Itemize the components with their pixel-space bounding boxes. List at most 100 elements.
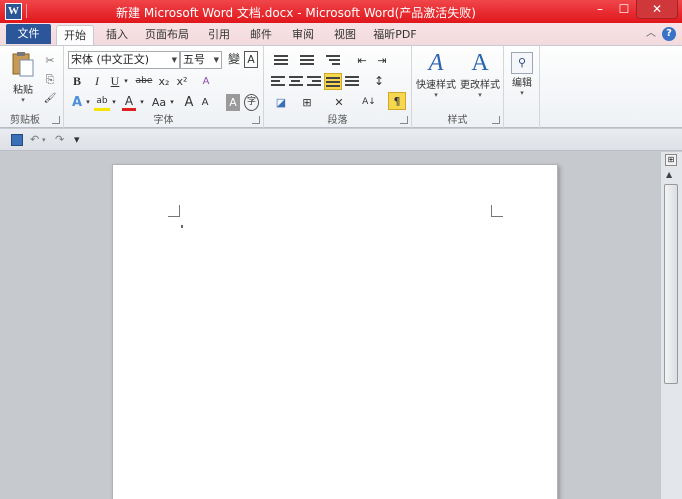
change-styles-icon: A [471, 50, 489, 76]
vertical-scrollbar[interactable]: ⊞ ▲ [660, 152, 682, 499]
paste-icon [12, 52, 34, 77]
customize-toolbar-icon[interactable]: ▾ [74, 133, 80, 147]
tab-home[interactable]: 开始 [56, 25, 94, 45]
shrink-font-icon[interactable]: A [198, 94, 212, 111]
highlight-color-icon[interactable]: ab [94, 94, 110, 111]
tab-insert[interactable]: 插入 [100, 25, 134, 45]
quick-styles-icon: A [428, 50, 444, 76]
grow-font-icon[interactable]: A [182, 94, 196, 111]
font-group-label: 字体 [153, 115, 174, 126]
undo-icon[interactable]: ↶ [30, 133, 39, 147]
chevron-down-icon[interactable]: ▾ [42, 133, 46, 147]
minimize-button[interactable]: – [588, 0, 612, 19]
scroll-up-icon[interactable]: ▲ [666, 170, 672, 179]
scrollbar-thumb[interactable] [664, 184, 678, 384]
borders-icon[interactable]: ⊞ [296, 94, 318, 111]
maximize-button[interactable]: ☐ [612, 0, 636, 19]
change-styles-button[interactable]: A 更改样式 ▾ [458, 50, 502, 99]
align-center-icon[interactable] [288, 73, 304, 90]
chevron-down-icon[interactable]: ▾ [168, 94, 176, 111]
cut-icon[interactable]: ✂ [42, 52, 58, 69]
editing-button[interactable]: ⚲ 编辑 ▾ [508, 52, 536, 97]
help-icon[interactable]: ? [662, 27, 676, 41]
styles-group-label: 样式 [447, 115, 468, 126]
tab-review[interactable]: 审阅 [286, 25, 320, 45]
ribbon-tab-row: 文件 开始 插入 页面布局 引用 邮件 审阅 视图 福昕PDF ︿ ? [0, 23, 682, 45]
clipboard-launcher-icon[interactable] [52, 116, 60, 124]
phonetic-guide-icon[interactable]: 變 [226, 51, 242, 68]
tab-file[interactable]: 文件 [6, 24, 51, 44]
sort-icon[interactable]: A↓ [360, 94, 378, 111]
collapse-ribbon-icon[interactable]: ︿ [646, 29, 656, 39]
text-cursor [181, 225, 183, 228]
tab-mailings[interactable]: 邮件 [244, 25, 278, 45]
clipboard-group: 剪贴板 粘贴 ▾ ✂ ⎘ 🖌 剪贴板 [0, 46, 64, 128]
editing-label: 编辑 [512, 78, 532, 89]
font-size-select[interactable]: 五号 ▼ [180, 51, 222, 69]
paragraph-launcher-icon[interactable] [400, 116, 408, 124]
tab-foxit-pdf[interactable]: 福昕PDF [370, 25, 420, 45]
subscript-button[interactable]: x₂ [156, 73, 172, 90]
show-marks-icon[interactable]: ¶ [388, 92, 406, 110]
chevron-down-icon[interactable]: ▾ [110, 94, 118, 111]
character-border-icon[interactable]: A [244, 51, 258, 68]
paragraph-group: ⇤ ⇥ ↕ ◪ ⊞ ✕ A↓ ¶ 段落 [264, 46, 412, 128]
clear-formatting-icon[interactable]: A [198, 73, 214, 90]
copy-icon[interactable]: ⎘ [42, 71, 58, 88]
chevron-down-icon: ▼ [213, 56, 219, 64]
italic-button[interactable]: I [90, 73, 104, 90]
styles-launcher-icon[interactable] [492, 116, 500, 124]
chevron-down-icon: ▾ [520, 89, 524, 97]
superscript-button[interactable]: x² [174, 73, 190, 90]
bold-button[interactable]: B [70, 73, 84, 90]
align-right-icon[interactable] [306, 73, 322, 90]
chevron-down-icon[interactable]: ▾ [138, 94, 146, 111]
paste-button[interactable]: 剪贴板 粘贴 ▾ [8, 50, 38, 106]
justify-icon[interactable] [324, 73, 342, 90]
close-button[interactable]: ✕ [636, 0, 678, 19]
binoculars-icon: ⚲ [511, 52, 533, 74]
redo-icon[interactable]: ↷ [55, 133, 64, 147]
save-icon[interactable] [11, 134, 23, 146]
chevron-down-icon: ▾ [434, 91, 438, 99]
editing-group: ⚲ 编辑 ▾ [504, 46, 540, 128]
font-launcher-icon[interactable] [252, 116, 260, 124]
change-case-icon[interactable]: Aa [150, 94, 168, 111]
character-shading-icon[interactable]: A [226, 94, 240, 111]
document-page[interactable] [112, 164, 558, 499]
decrease-indent-icon[interactable]: ⇤ [354, 52, 370, 69]
strikethrough-button[interactable]: abe [134, 73, 154, 90]
window-title: 新建 Microsoft Word 文档.docx - Microsoft Wo… [116, 6, 476, 20]
paste-text: 粘贴 [13, 85, 33, 96]
chevron-down-icon[interactable]: ▾ [84, 94, 92, 111]
align-left-icon[interactable] [270, 73, 286, 90]
shading-icon[interactable]: ◪ [270, 94, 292, 111]
tab-view[interactable]: 视图 [328, 25, 362, 45]
format-painter-icon[interactable]: 🖌 [42, 90, 58, 107]
quick-access-toolbar: ↶ ▾ ↷ ▾ [0, 129, 682, 151]
font-name-select[interactable]: 宋体 (中文正文) ▼ [68, 51, 180, 69]
line-spacing-icon[interactable]: ↕ [368, 73, 390, 90]
chevron-down-icon: ▼ [171, 56, 177, 64]
change-styles-label: 更改样式 [460, 80, 500, 91]
numbering-icon[interactable] [296, 52, 318, 69]
multilevel-list-icon[interactable] [322, 52, 344, 69]
font-size-value: 五号 [183, 53, 205, 66]
chevron-down-icon: ▾ [478, 91, 482, 99]
ruler-toggle-icon[interactable]: ⊞ [665, 154, 677, 166]
window-controls: – ☐ ✕ [588, 0, 678, 20]
distributed-icon[interactable] [344, 73, 360, 90]
font-color-icon[interactable]: A [122, 94, 136, 111]
underline-button[interactable]: U [108, 73, 122, 90]
tab-page-layout[interactable]: 页面布局 [140, 25, 194, 45]
font-name-value: 宋体 (中文正文) [71, 53, 150, 66]
bullets-icon[interactable] [270, 52, 292, 69]
crop-mark-top-right [491, 205, 503, 217]
chinese-layout-icon[interactable]: ✕ [328, 94, 350, 111]
increase-indent-icon[interactable]: ⇥ [374, 52, 390, 69]
quick-styles-button[interactable]: A 快速样式 ▾ [414, 50, 458, 99]
enclose-characters-icon[interactable]: 字 [244, 94, 259, 111]
chevron-down-icon[interactable]: ▾ [122, 73, 130, 90]
tab-references[interactable]: 引用 [202, 25, 236, 45]
text-effects-icon[interactable]: A [70, 94, 84, 111]
